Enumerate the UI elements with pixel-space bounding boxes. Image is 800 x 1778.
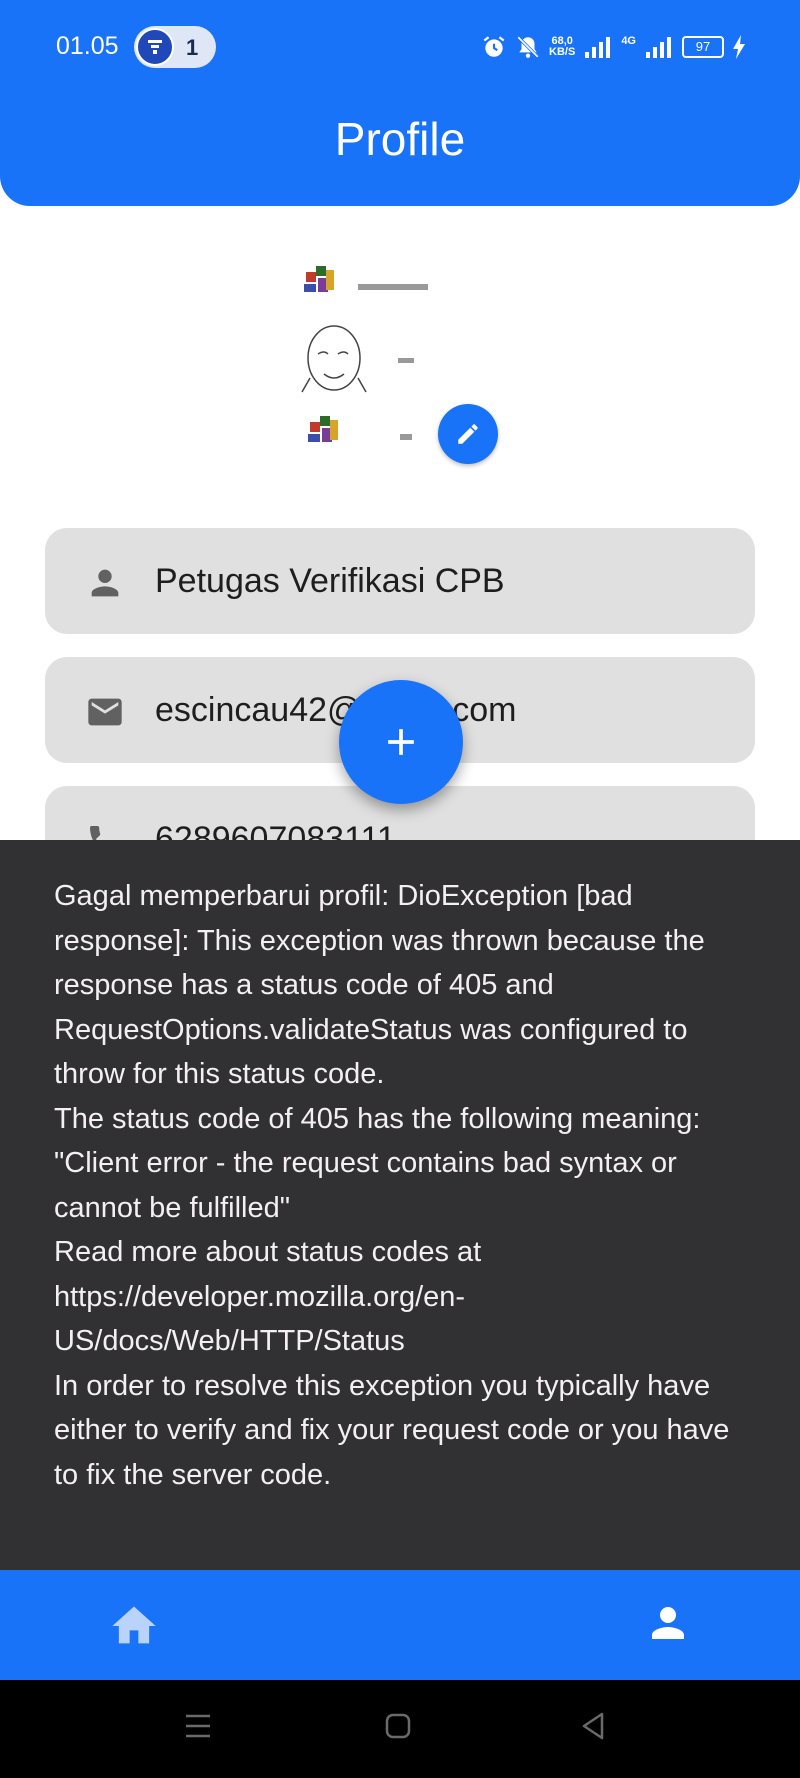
add-icon	[388, 729, 414, 755]
notification-app-icon	[136, 28, 174, 66]
network-speed-unit: KB/S	[549, 46, 576, 58]
name-field[interactable]: Petugas Verifikasi CPB	[45, 528, 755, 634]
error-snackbar: Gagal memperbarui profil: DioException […	[0, 840, 800, 1570]
home-system-icon[interactable]	[378, 1706, 418, 1746]
alarm-icon	[483, 36, 505, 57]
notification-count: 1	[186, 35, 199, 60]
app-header: 01.05 1 68,0 KB/S 4G 97 Profile	[0, 0, 800, 206]
back-icon[interactable]	[574, 1706, 614, 1746]
add-button[interactable]	[339, 680, 463, 804]
person-icon	[91, 569, 119, 597]
snackbar-message: Gagal memperbarui profil: DioException […	[54, 880, 730, 1491]
system-navigation-bar	[0, 1680, 800, 1778]
person-icon[interactable]	[644, 1596, 692, 1650]
network-speed: 68,0 KB/S	[549, 36, 575, 58]
signal-4g-icon	[646, 37, 671, 58]
battery-icon: 97	[682, 36, 724, 58]
recent-apps-icon[interactable]	[178, 1706, 218, 1746]
bottom-navigation	[0, 1570, 800, 1680]
charging-icon	[733, 35, 745, 59]
edit-pencil-icon	[458, 424, 478, 444]
status-icons: 68,0 KB/S 4G 97	[481, 32, 746, 62]
page-title: Profile	[334, 113, 466, 165]
email-value: escincau42@gmail.com	[155, 691, 517, 729]
status-bar: 01.05 1 68,0 KB/S 4G 97	[0, 0, 800, 92]
email-icon	[88, 698, 122, 726]
notification-pill[interactable]: 1	[134, 26, 216, 68]
signal-icon	[585, 37, 611, 58]
network-type: 4G	[621, 34, 636, 47]
home-icon[interactable]	[108, 1600, 160, 1652]
mute-icon	[517, 36, 539, 58]
edit-avatar-button[interactable]	[438, 404, 498, 464]
status-time: 01.05	[56, 32, 119, 60]
name-value: Petugas Verifikasi CPB	[155, 562, 505, 600]
